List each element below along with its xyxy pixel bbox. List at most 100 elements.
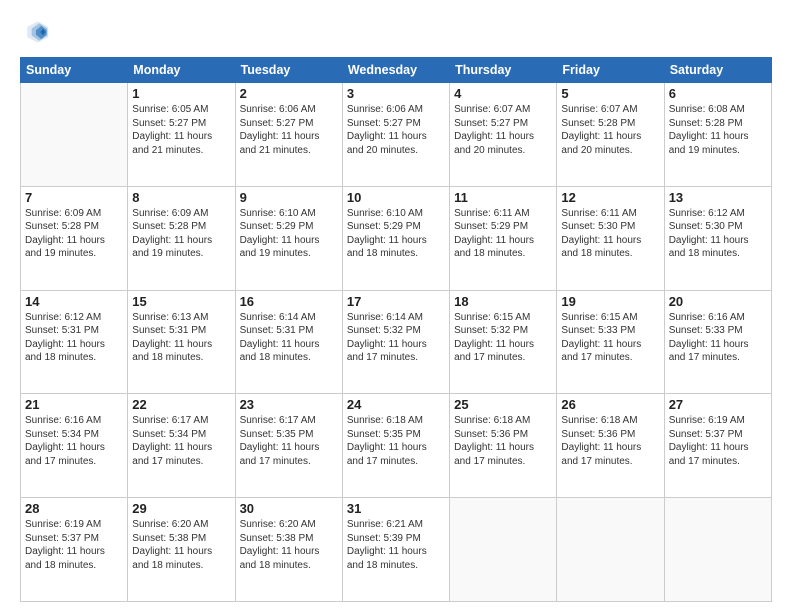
cell-info: Sunrise: 6:05 AMSunset: 5:27 PMDaylight:… [132,103,230,157]
day-number: 19 [561,294,659,309]
day-number: 3 [347,86,445,101]
cell-info: Sunrise: 6:15 AMSunset: 5:33 PMDaylight:… [561,311,659,365]
calendar-cell: 15 Sunrise: 6:13 AMSunset: 5:31 PMDayligh… [128,290,235,394]
cell-info: Sunrise: 6:08 AMSunset: 5:28 PMDaylight:… [669,103,767,157]
cell-info: Sunrise: 6:13 AMSunset: 5:31 PMDaylight:… [132,311,230,365]
calendar-cell: 30 Sunrise: 6:20 AMSunset: 5:38 PMDayligh… [235,498,342,602]
cell-info: Sunrise: 6:16 AMSunset: 5:33 PMDaylight:… [669,311,767,365]
calendar-cell: 9 Sunrise: 6:10 AMSunset: 5:29 PMDaylight… [235,186,342,290]
day-number: 10 [347,190,445,205]
day-number: 9 [240,190,338,205]
cell-info: Sunrise: 6:17 AMSunset: 5:35 PMDaylight:… [240,414,338,468]
cell-info: Sunrise: 6:19 AMSunset: 5:37 PMDaylight:… [25,518,123,572]
week-row-4: 21 Sunrise: 6:16 AMSunset: 5:34 PMDayligh… [21,394,772,498]
cell-info: Sunrise: 6:09 AMSunset: 5:28 PMDaylight:… [132,207,230,261]
calendar-cell: 31 Sunrise: 6:21 AMSunset: 5:39 PMDayligh… [342,498,449,602]
weekday-header-thursday: Thursday [450,58,557,83]
cell-info: Sunrise: 6:15 AMSunset: 5:32 PMDaylight:… [454,311,552,365]
calendar-cell: 16Sunrise: 6:14 AMSunset: 5:31 PMDayligh… [235,290,342,394]
calendar-cell: 2 Sunrise: 6:06 AMSunset: 5:27 PMDaylight… [235,83,342,187]
calendar-cell: 14Sunrise: 6:12 AMSunset: 5:31 PMDayligh… [21,290,128,394]
calendar-cell: 1 Sunrise: 6:05 AMSunset: 5:27 PMDaylight… [128,83,235,187]
week-row-1: 1 Sunrise: 6:05 AMSunset: 5:27 PMDaylight… [21,83,772,187]
calendar-cell: 4 Sunrise: 6:07 AMSunset: 5:27 PMDaylight… [450,83,557,187]
calendar-cell: 7Sunrise: 6:09 AMSunset: 5:28 PMDaylight… [21,186,128,290]
cell-info: Sunrise: 6:12 AMSunset: 5:31 PMDaylight:… [25,311,123,365]
weekday-header-sunday: Sunday [21,58,128,83]
week-row-5: 28 Sunrise: 6:19 AMSunset: 5:37 PMDayligh… [21,498,772,602]
day-number: 13 [669,190,767,205]
calendar-cell [450,498,557,602]
cell-info: Sunrise: 6:12 AMSunset: 5:30 PMDaylight:… [669,207,767,261]
calendar-cell: 27 Sunrise: 6:19 AMSunset: 5:37 PMDayligh… [664,394,771,498]
cell-info: Sunrise: 6:06 AMSunset: 5:27 PMDaylight:… [347,103,445,157]
cell-info: Sunrise: 6:18 AMSunset: 5:35 PMDaylight:… [347,414,445,468]
cell-info: Sunrise: 6:14 AMSunset: 5:32 PMDaylight:… [347,311,445,365]
calendar-cell: 26Sunrise: 6:18 AMSunset: 5:36 PMDayligh… [557,394,664,498]
calendar-cell: 21 Sunrise: 6:16 AMSunset: 5:34 PMDayligh… [21,394,128,498]
day-number: 17 [347,294,445,309]
cell-info: Sunrise: 6:11 AMSunset: 5:30 PMDaylight:… [561,207,659,261]
day-number: 20 [669,294,767,309]
cell-info: Sunrise: 6:16 AMSunset: 5:34 PMDaylight:… [25,414,123,468]
day-number: 31 [347,501,445,516]
cell-info: Sunrise: 6:06 AMSunset: 5:27 PMDaylight:… [240,103,338,157]
weekday-header-saturday: Saturday [664,58,771,83]
day-number: 12 [561,190,659,205]
day-number: 23 [240,397,338,412]
weekday-header-wednesday: Wednesday [342,58,449,83]
weekday-header-monday: Monday [128,58,235,83]
cell-info: Sunrise: 6:18 AMSunset: 5:36 PMDaylight:… [454,414,552,468]
calendar-cell [557,498,664,602]
day-number: 18 [454,294,552,309]
cell-info: Sunrise: 6:20 AMSunset: 5:38 PMDaylight:… [132,518,230,572]
cell-info: Sunrise: 6:21 AMSunset: 5:39 PMDaylight:… [347,518,445,572]
day-number: 22 [132,397,230,412]
cell-info: Sunrise: 6:10 AMSunset: 5:29 PMDaylight:… [347,207,445,261]
calendar-cell: 19 Sunrise: 6:15 AMSunset: 5:33 PMDayligh… [557,290,664,394]
calendar-cell: 11Sunrise: 6:11 AMSunset: 5:29 PMDayligh… [450,186,557,290]
calendar-cell: 22Sunrise: 6:17 AMSunset: 5:34 PMDayligh… [128,394,235,498]
cell-info: Sunrise: 6:14 AMSunset: 5:31 PMDaylight:… [240,311,338,365]
calendar-cell: 20 Sunrise: 6:16 AMSunset: 5:33 PMDayligh… [664,290,771,394]
day-number: 30 [240,501,338,516]
cell-info: Sunrise: 6:10 AMSunset: 5:29 PMDaylight:… [240,207,338,261]
weekday-header-row: SundayMondayTuesdayWednesdayThursdayFrid… [21,58,772,83]
cell-info: Sunrise: 6:19 AMSunset: 5:37 PMDaylight:… [669,414,767,468]
logo [20,18,52,51]
day-number: 28 [25,501,123,516]
day-number: 15 [132,294,230,309]
day-number: 7 [25,190,123,205]
calendar-cell: 17 Sunrise: 6:14 AMSunset: 5:32 PMDayligh… [342,290,449,394]
day-number: 21 [25,397,123,412]
calendar-cell: 6 Sunrise: 6:08 AMSunset: 5:28 PMDaylight… [664,83,771,187]
calendar-cell: 5Sunrise: 6:07 AMSunset: 5:28 PMDaylight… [557,83,664,187]
calendar-cell: 8 Sunrise: 6:09 AMSunset: 5:28 PMDaylight… [128,186,235,290]
weekday-header-friday: Friday [557,58,664,83]
cell-info: Sunrise: 6:20 AMSunset: 5:38 PMDaylight:… [240,518,338,572]
calendar-cell: 23 Sunrise: 6:17 AMSunset: 5:35 PMDayligh… [235,394,342,498]
calendar-cell: 13 Sunrise: 6:12 AMSunset: 5:30 PMDayligh… [664,186,771,290]
calendar-cell: 24Sunrise: 6:18 AMSunset: 5:35 PMDayligh… [342,394,449,498]
calendar-cell: 28 Sunrise: 6:19 AMSunset: 5:37 PMDayligh… [21,498,128,602]
day-number: 1 [132,86,230,101]
day-number: 27 [669,397,767,412]
calendar-cell: 3 Sunrise: 6:06 AMSunset: 5:27 PMDaylight… [342,83,449,187]
week-row-3: 14Sunrise: 6:12 AMSunset: 5:31 PMDayligh… [21,290,772,394]
cell-info: Sunrise: 6:07 AMSunset: 5:27 PMDaylight:… [454,103,552,157]
day-number: 8 [132,190,230,205]
calendar-table: SundayMondayTuesdayWednesdayThursdayFrid… [20,57,772,602]
calendar-cell [21,83,128,187]
day-number: 4 [454,86,552,101]
day-number: 26 [561,397,659,412]
day-number: 6 [669,86,767,101]
day-number: 29 [132,501,230,516]
day-number: 2 [240,86,338,101]
header [20,18,772,51]
calendar-cell: 29 Sunrise: 6:20 AMSunset: 5:38 PMDayligh… [128,498,235,602]
day-number: 5 [561,86,659,101]
weekday-header-tuesday: Tuesday [235,58,342,83]
calendar-cell [664,498,771,602]
calendar-cell: 12 Sunrise: 6:11 AMSunset: 5:30 PMDayligh… [557,186,664,290]
day-number: 11 [454,190,552,205]
